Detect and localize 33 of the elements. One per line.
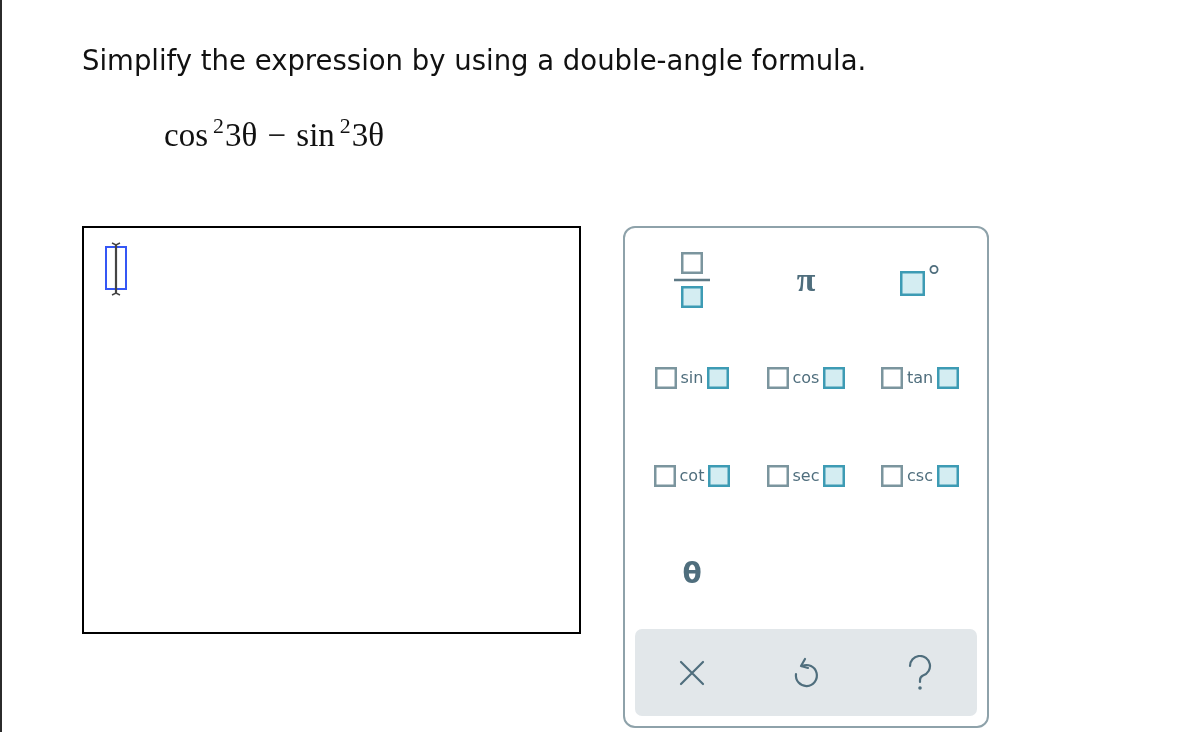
function-key[interactable]: csc	[881, 465, 959, 487]
empty-box-icon	[766, 367, 789, 389]
empty-box-icon	[653, 465, 676, 487]
function-key[interactable]: sec	[766, 465, 846, 487]
function-key[interactable]: tan	[880, 367, 960, 389]
help-icon	[908, 654, 932, 691]
empty-box-icon	[880, 367, 903, 389]
empty-box-icon	[766, 465, 789, 487]
box-degree-icon	[900, 263, 940, 297]
filled-box-icon	[823, 465, 846, 487]
filled-box-icon	[937, 367, 960, 389]
function-key[interactable]: sin	[654, 367, 730, 389]
fraction-key[interactable]	[674, 252, 710, 308]
degree-key[interactable]	[900, 263, 940, 297]
filled-box-icon	[708, 465, 731, 487]
clear-button[interactable]	[679, 659, 705, 686]
symbol-key[interactable]: π	[796, 263, 816, 297]
undo-button[interactable]	[793, 656, 819, 689]
fraction-icon	[674, 252, 710, 308]
math-expression: cos$^{2}$3θ − sin$^{2}$3θ	[164, 118, 385, 155]
empty-box-icon	[881, 465, 904, 487]
empty-box-icon	[654, 367, 677, 389]
variable-key[interactable]: θ	[682, 560, 702, 588]
filled-box-icon	[707, 367, 730, 389]
function-key[interactable]: cos	[766, 367, 846, 389]
filled-box-icon	[936, 465, 959, 487]
help-button[interactable]	[908, 654, 932, 691]
filled-box-icon	[823, 367, 846, 389]
close-icon	[679, 659, 705, 686]
undo-icon	[793, 656, 819, 689]
answer-field[interactable]	[82, 226, 581, 634]
function-key[interactable]: cot	[653, 465, 731, 487]
question-prompt: Simplify the expression by using a double-angle formula.	[82, 44, 867, 76]
